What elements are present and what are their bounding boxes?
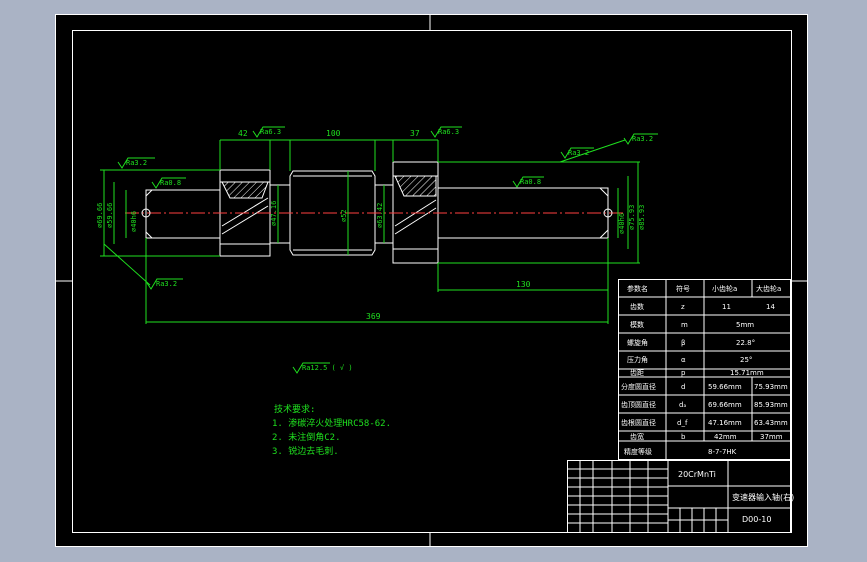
svg-text:75.93mm: 75.93mm — [754, 383, 788, 391]
svg-text:α: α — [681, 356, 686, 364]
notes-item-1: 1. 渗碳淬火处理HRC58-62. — [272, 417, 391, 429]
roughness-left-bore: Ra0.8 — [160, 179, 181, 187]
svg-text:压力角: 压力角 — [627, 355, 648, 364]
svg-text:齿数: 齿数 — [630, 302, 644, 311]
dim-dia-left-neck: ⌀40h6 — [130, 211, 138, 232]
dim-dia-left-pitch: ⌀59.66 — [106, 203, 114, 228]
svg-text:37mm: 37mm — [760, 433, 783, 441]
svg-text:47.16mm: 47.16mm — [708, 419, 742, 427]
roughness-right-face: Ra3.2 — [568, 149, 589, 157]
svg-text:齿宽: 齿宽 — [630, 432, 644, 441]
svg-text:小齿轮a: 小齿轮a — [712, 284, 737, 293]
svg-text:69.66mm: 69.66mm — [708, 401, 742, 409]
dim-dia-mid: ⌀52 — [340, 209, 348, 222]
notes-title: 技术要求: — [274, 403, 315, 415]
svg-text:25°: 25° — [740, 356, 752, 364]
dim-dia-right-neck: ⌀40h6 — [618, 213, 626, 234]
notes-item-3: 3. 锐边去毛刺. — [272, 445, 339, 457]
svg-text:m: m — [681, 321, 688, 329]
roughness-left-face: Ra3.2 — [126, 159, 147, 167]
svg-text:分度圆直径: 分度圆直径 — [621, 382, 656, 391]
dim-130: 130 — [516, 280, 531, 289]
svg-text:大齿轮a: 大齿轮a — [756, 284, 781, 293]
svg-text:15.71mm: 15.71mm — [730, 369, 764, 377]
dim-dia-right-outer: ⌀75.93 — [628, 205, 636, 230]
dim-100: 100 — [326, 129, 341, 138]
svg-text:螺旋角: 螺旋角 — [627, 338, 648, 347]
svg-text:β: β — [681, 339, 685, 347]
svg-text:精度等级: 精度等级 — [624, 447, 652, 456]
svg-text:齿根圆直径: 齿根圆直径 — [621, 418, 656, 427]
svg-text:dₐ: dₐ — [679, 401, 686, 409]
svg-text:齿距: 齿距 — [630, 369, 644, 377]
dim-dia-left-outer: ⌀69.66 — [96, 203, 104, 228]
svg-text:z: z — [681, 303, 685, 311]
svg-text:42mm: 42mm — [714, 433, 737, 441]
svg-text:p: p — [681, 369, 686, 377]
roughness-general: Ra12.5 ( √ ) — [302, 364, 353, 372]
title-drawing-no: D00-10 — [742, 515, 771, 524]
dim-dia-right-root: ⌀85.93 — [638, 205, 646, 230]
svg-text:8-7-7HK: 8-7-7HK — [708, 448, 737, 456]
svg-text:参数名: 参数名 — [627, 284, 648, 293]
roughness-top-right: Ra6.3 — [438, 128, 459, 136]
svg-text:85.93mm: 85.93mm — [754, 401, 788, 409]
svg-text:齿顶圆直径: 齿顶圆直径 — [621, 400, 656, 409]
pinion-tooth-section — [221, 181, 269, 199]
svg-text:59.66mm: 59.66mm — [708, 383, 742, 391]
svg-text:22.8°: 22.8° — [736, 339, 755, 347]
svg-text:14: 14 — [766, 303, 775, 311]
svg-text:符号: 符号 — [676, 284, 690, 293]
svg-text:11: 11 — [722, 303, 731, 311]
dim-dia-gear1-root: ⌀47.16 — [270, 201, 278, 226]
cad-drawing-canvas[interactable]: 42 100 37 130 369 ⌀69.66 ⌀59.66 ⌀40h6 ⌀4… — [0, 0, 867, 562]
title-material: 20CrMnTi — [678, 470, 716, 479]
roughness-right-bore: Ra0.8 — [520, 178, 541, 186]
cad-viewer[interactable]: 42 100 37 130 369 ⌀69.66 ⌀59.66 ⌀40h6 ⌀4… — [0, 0, 867, 562]
svg-text:b: b — [681, 433, 686, 441]
title-part-name: 变速器输入轴(右) — [732, 492, 794, 502]
dim-37: 37 — [410, 129, 420, 138]
svg-text:d_f: d_f — [677, 419, 688, 427]
roughness-top-left: Ra6.3 — [260, 128, 281, 136]
svg-text:d: d — [681, 383, 685, 391]
dim-42: 42 — [238, 129, 248, 138]
notes-item-2: 2. 未注倒角C2. — [272, 431, 341, 443]
roughness-right-top: Ra3.2 — [632, 135, 653, 143]
roughness-bottom-left: Ra3.2 — [156, 280, 177, 288]
svg-text:63.43mm: 63.43mm — [754, 419, 788, 427]
dim-369: 369 — [366, 312, 381, 321]
svg-text:5mm: 5mm — [736, 321, 754, 329]
svg-text:模数: 模数 — [630, 320, 644, 329]
dim-dia-gear2-root: ⌀63.42 — [376, 203, 384, 228]
